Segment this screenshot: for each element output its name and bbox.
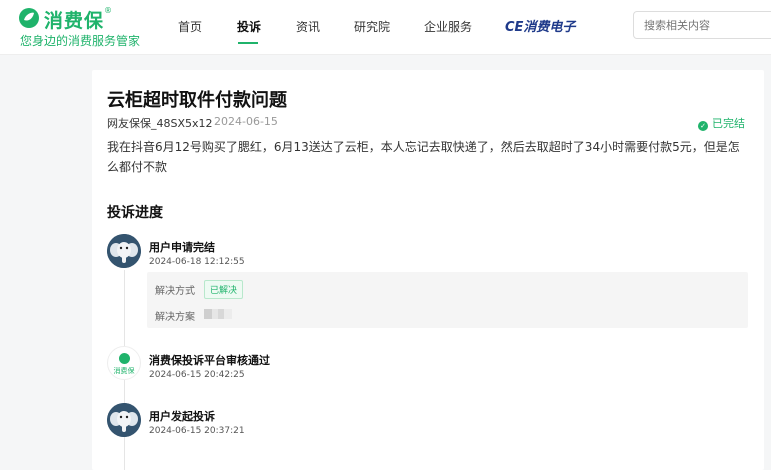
step-time: 2024-06-18 12:12:55 <box>149 257 245 267</box>
complaint-card: 云柜超时取件付款问题 网友保保_48SX5x12 2024-06-15 ✓ 已完结… <box>92 70 764 470</box>
elephant-avatar-icon <box>107 234 141 268</box>
xiaofeibao-logo-icon: 消费保 <box>107 346 141 380</box>
nav-active-indicator <box>238 42 258 44</box>
resolution-box: 解决方式 已解决 解决方案 <box>147 272 748 328</box>
step-time: 2024-06-15 20:42:25 <box>149 370 245 380</box>
step-time: 2024-06-15 20:37:21 <box>149 426 245 436</box>
progress-title: 投诉进度 <box>107 205 163 221</box>
nav-research[interactable]: 研究院 <box>354 18 390 35</box>
check-circle-icon: ✓ <box>698 121 708 131</box>
resolution-method-badge: 已解决 <box>204 280 244 299</box>
brand-logo[interactable]: 消费保® 您身边的消费服务管家 <box>18 4 158 50</box>
status-badge: ✓ 已完结 <box>698 115 745 131</box>
complaint-content: 我在抖音6月12号购买了腮红，6月13送达了云柜，本人忘记去取快递了，然后去取超… <box>107 140 740 174</box>
brand-tagline: 您身边的消费服务管家 <box>20 34 141 48</box>
leaf-logo-icon <box>19 8 39 28</box>
resolution-plan-label: 解决方案 <box>155 312 195 323</box>
nav-complaints[interactable]: 投诉 <box>237 18 261 35</box>
search-input[interactable] <box>633 11 771 39</box>
nav-news[interactable]: 资讯 <box>296 18 320 35</box>
leaf-icon <box>119 353 130 364</box>
step-title: 用户申请完结 <box>149 241 215 254</box>
elephant-avatar-icon <box>107 403 141 437</box>
nav-home[interactable]: 首页 <box>178 18 202 35</box>
complaint-author[interactable]: 网友保保_48SX5x12 <box>107 115 213 131</box>
complaint-title: 云柜超时取件付款问题 <box>107 90 287 111</box>
nav-enterprise[interactable]: 企业服务 <box>424 18 472 35</box>
step-title: 消费保投诉平台审核通过 <box>149 354 270 367</box>
top-header: 消费保® 您身边的消费服务管家 首页 投诉 资讯 研究院 企业服务 CE消费电子 <box>0 0 771 55</box>
nav-ce-electronics[interactable]: CE消费电子 <box>505 16 575 35</box>
brand-name: 消费保® <box>44 6 114 32</box>
resolution-plan-redacted <box>204 309 232 319</box>
resolution-method-label: 解决方式 <box>155 286 195 297</box>
complaint-date: 2024-06-15 <box>214 115 278 128</box>
step-title: 用户发起投诉 <box>149 410 215 423</box>
